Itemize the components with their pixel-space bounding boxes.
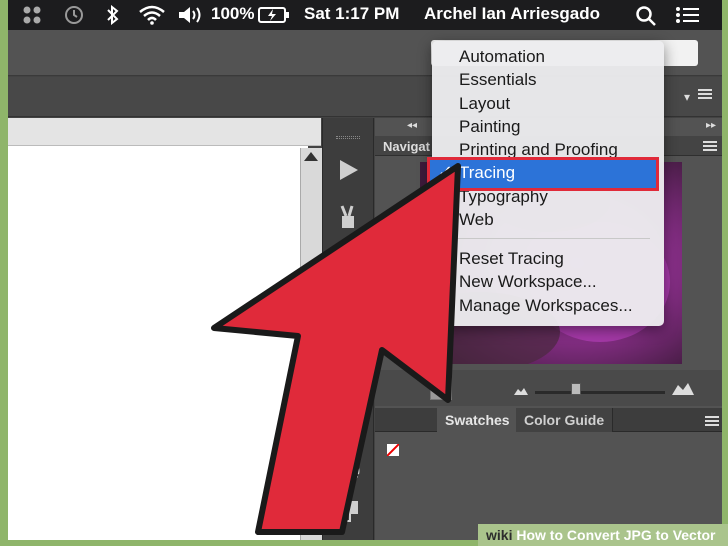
wikihow-logo-text: wiki <box>486 527 513 543</box>
mac-menubar: 100% Sat 1:17 PM Archel Ian Arriesgado <box>8 0 722 30</box>
menu-item-painting[interactable]: Painting <box>459 117 520 139</box>
wikihow-caption-bar: wiki How to Convert JPG to Vector <box>478 524 728 546</box>
document-tab-bar[interactable] <box>8 118 321 146</box>
menubar-clock[interactable]: Sat 1:17 PM <box>304 4 399 24</box>
article-title: How to Convert JPG to Vector <box>516 527 716 543</box>
menu-item-layout[interactable]: Layout <box>459 94 510 116</box>
zoom-slider-thumb[interactable] <box>571 383 581 395</box>
grip-handle[interactable] <box>336 136 360 139</box>
collapse-panels-icon[interactable]: ◂◂ <box>407 120 417 131</box>
wifi-icon[interactable] <box>138 5 166 25</box>
chevron-down-icon[interactable]: ▾ <box>684 90 690 104</box>
search-icon[interactable] <box>635 5 657 27</box>
expand-panels-icon[interactable]: ▸▸ <box>706 120 716 131</box>
volume-icon[interactable] <box>177 5 205 25</box>
menu-item-printing-and-proofing[interactable]: Printing and Proofing <box>459 140 618 162</box>
menu-item-essentials[interactable]: Essentials <box>459 70 536 92</box>
zoom-out-icon[interactable] <box>513 386 529 396</box>
panel-menu-icon[interactable] <box>698 88 712 100</box>
menubar-user[interactable]: Archel Ian Arriesgado <box>424 4 600 24</box>
zoom-in-icon[interactable] <box>671 382 695 396</box>
bluetooth-icon[interactable] <box>106 5 120 25</box>
grid-icon[interactable] <box>22 5 44 25</box>
tab-navigator[interactable]: Navigat <box>383 139 430 154</box>
panel-menu-icon[interactable] <box>703 140 717 152</box>
battery-percent: 100% <box>211 4 255 23</box>
zoom-slider-track[interactable] <box>535 391 665 394</box>
tab-color-guide[interactable]: Color Guide <box>516 408 614 432</box>
menu-item-automation[interactable]: Automation <box>459 47 545 69</box>
wikihow-caption: wiki How to Convert JPG to Vector <box>486 527 716 543</box>
battery-icon[interactable] <box>258 6 290 24</box>
panel-menu-icon[interactable] <box>705 415 719 427</box>
red-pointer-arrow-icon <box>211 163 461 535</box>
list-icon[interactable] <box>675 6 701 24</box>
time-machine-icon[interactable] <box>62 4 86 26</box>
